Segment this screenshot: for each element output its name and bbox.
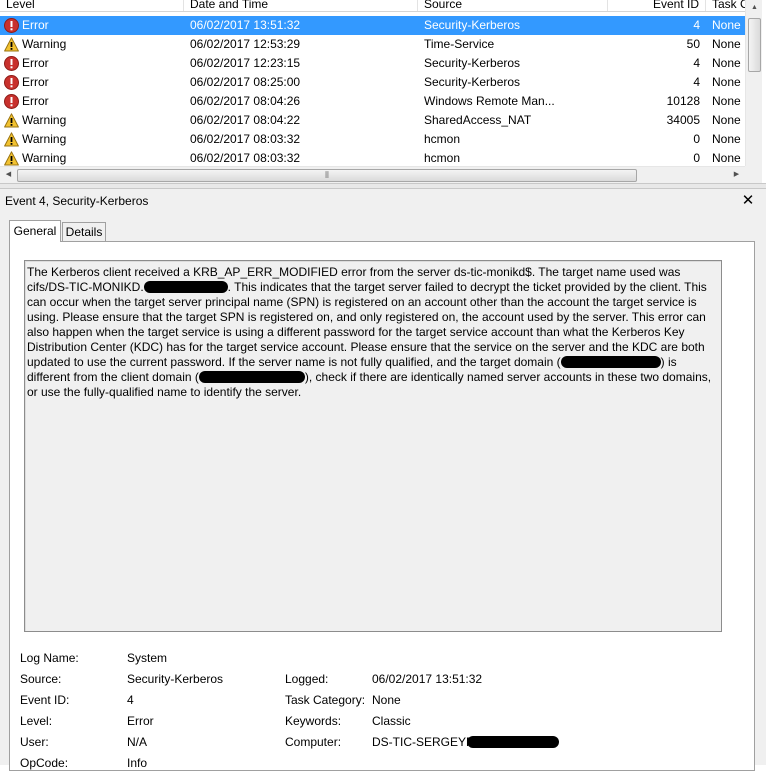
computer-value: DS-TIC-SERGEYF xyxy=(372,735,560,749)
event-source-cell: Security-Kerberos xyxy=(424,18,521,32)
event-level-cell: Error xyxy=(22,94,49,108)
horizontal-scroll-thumb[interactable]: ⦀ xyxy=(17,169,637,182)
event-detail-pane: Event 4, Security-Kerberos ✕ General Det… xyxy=(0,189,766,771)
vertical-scrollbar[interactable]: ▲ xyxy=(745,0,762,166)
event-date-cell: 06/02/2017 12:53:29 xyxy=(190,37,301,51)
event-level-cell: Error xyxy=(22,18,49,32)
horizontal-scrollbar[interactable]: ◀ ⦀ ▶ xyxy=(0,166,745,183)
scroll-left-arrow-icon[interactable]: ◀ xyxy=(0,167,17,183)
event-date-cell: 06/02/2017 13:51:32 xyxy=(190,18,301,32)
column-header-task-category[interactable]: Task C xyxy=(706,0,745,11)
general-tab-panel: The Kerberos client received a KRB_AP_ER… xyxy=(9,241,755,771)
event-id-label: Event ID: xyxy=(20,693,70,707)
level-value: Error xyxy=(127,714,154,728)
source-value: Security-Kerberos xyxy=(127,672,224,686)
event-row[interactable]: Error 06/02/2017 13:51:32 Security-Kerbero… xyxy=(0,16,745,35)
event-source-cell: Security-Kerberos xyxy=(424,75,521,89)
event-row[interactable]: Error 06/02/2017 08:25:00 Security-Kerbero… xyxy=(0,73,745,92)
event-row[interactable]: Warning 06/02/2017 08:03:32 hcmon 0 None xyxy=(0,130,745,149)
keywords-value: Classic xyxy=(372,714,411,728)
scrollbar-corner xyxy=(745,166,762,183)
column-header-event-id[interactable]: Event ID xyxy=(608,0,706,11)
event-list[interactable]: Level Date and Time Source Event ID Task… xyxy=(0,0,766,183)
opcode-value: Info xyxy=(127,756,148,770)
error-icon xyxy=(4,75,19,90)
logged-label: Logged: xyxy=(285,672,329,686)
redaction-mark xyxy=(198,371,305,383)
warning-icon xyxy=(4,113,19,128)
column-header-date[interactable]: Date and Time xyxy=(184,0,418,11)
error-icon xyxy=(4,94,19,109)
event-id-value: 4 xyxy=(127,693,134,707)
redaction-mark xyxy=(560,356,661,368)
event-id-cell: 10128 xyxy=(666,94,700,108)
event-level-cell: Warning xyxy=(22,113,67,127)
event-date-cell: 06/02/2017 12:23:15 xyxy=(190,56,301,70)
user-label: User: xyxy=(20,735,49,749)
list-header: Level Date and Time Source Event ID Task… xyxy=(0,0,745,12)
event-level-cell: Error xyxy=(22,56,49,70)
event-description[interactable]: The Kerberos client received a KRB_AP_ER… xyxy=(24,260,722,632)
error-icon xyxy=(4,18,19,33)
tab-general[interactable]: General xyxy=(9,220,61,242)
scroll-up-arrow-icon[interactable]: ▲ xyxy=(746,0,763,16)
tab-details[interactable]: Details xyxy=(62,222,106,241)
event-id-cell: 4 xyxy=(693,56,700,70)
event-date-cell: 06/02/2017 08:25:00 xyxy=(190,75,301,89)
task-category-value: None xyxy=(372,693,401,707)
error-icon xyxy=(4,56,19,71)
event-row[interactable]: Error 06/02/2017 12:23:15 Security-Kerbero… xyxy=(0,54,745,73)
event-row[interactable]: Warning 06/02/2017 12:53:29 Time-Service 50… xyxy=(0,35,745,54)
event-id-cell: 50 xyxy=(686,37,700,51)
event-source-cell: Time-Service xyxy=(424,37,495,51)
event-id-cell: 34005 xyxy=(666,113,700,127)
computer-name-text: DS-TIC-SERGEYF xyxy=(372,735,474,749)
event-date-cell: 06/02/2017 08:04:22 xyxy=(190,113,301,127)
event-row[interactable]: Error 06/02/2017 08:04:26 Windows Remote M… xyxy=(0,92,745,111)
level-label: Level: xyxy=(20,714,53,728)
vertical-scroll-thumb[interactable] xyxy=(748,18,761,72)
event-source-cell: hcmon xyxy=(424,132,461,146)
event-id-cell: 4 xyxy=(693,18,700,32)
close-icon[interactable]: ✕ xyxy=(740,191,756,209)
warning-icon xyxy=(4,37,19,52)
warning-icon xyxy=(4,132,19,147)
log-name-value: System xyxy=(127,651,168,665)
source-label: Source: xyxy=(20,672,62,686)
redaction-mark xyxy=(143,281,228,293)
task-category-label: Task Category: xyxy=(285,693,366,707)
column-header-level[interactable]: Level xyxy=(0,0,184,11)
computer-label: Computer: xyxy=(285,735,342,749)
event-level-cell: Warning xyxy=(22,37,67,51)
event-source-cell: Security-Kerberos xyxy=(424,56,521,70)
event-source-cell: Windows Remote Man... xyxy=(424,94,555,108)
event-date-cell: 06/02/2017 08:03:32 xyxy=(190,132,301,146)
opcode-label: OpCode: xyxy=(20,756,69,770)
event-date-cell: 06/02/2017 08:04:26 xyxy=(190,94,301,108)
warning-icon xyxy=(4,151,19,166)
event-level-cell: Error xyxy=(22,75,49,89)
event-source-cell: SharedAccess_NAT xyxy=(424,113,532,127)
event-id-cell: 4 xyxy=(693,75,700,89)
event-level-cell: Warning xyxy=(22,132,67,146)
event-id-cell: 0 xyxy=(693,132,700,146)
user-value: N/A xyxy=(127,735,148,749)
log-name-label: Log Name: xyxy=(20,651,79,665)
column-header-source[interactable]: Source xyxy=(418,0,608,11)
logged-value: 06/02/2017 13:51:32 xyxy=(372,672,483,686)
detail-title: Event 4, Security-Kerberos xyxy=(5,194,149,208)
redaction-mark xyxy=(467,736,560,748)
keywords-label: Keywords: xyxy=(285,714,342,728)
scroll-right-arrow-icon[interactable]: ▶ xyxy=(728,167,745,183)
event-row[interactable]: Warning 06/02/2017 08:04:22 SharedAccess_N… xyxy=(0,111,745,130)
